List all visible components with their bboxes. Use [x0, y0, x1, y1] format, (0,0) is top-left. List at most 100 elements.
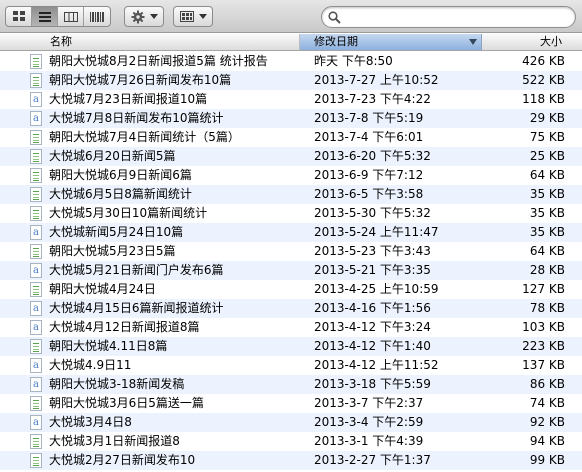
file-row[interactable]: a 大悦城4.9日11 2013-4-12 上午11:52 137 KB [0, 356, 582, 375]
arrange-grid-icon [179, 11, 194, 22]
file-row[interactable]: 大悦城6月5日8篇新闻统计 2013-6-5 下午3:58 35 KB [0, 185, 582, 204]
file-size: 28 KB [529, 263, 565, 277]
file-name: 大悦城3月4日8 [49, 415, 132, 429]
icon-view-button[interactable] [6, 7, 32, 26]
document-icon: a [30, 377, 42, 392]
file-size: 64 KB [529, 244, 565, 258]
file-name: 大悦城7月8日新闻发布10篇统计 [49, 111, 224, 125]
spreadsheet-icon [30, 434, 42, 449]
file-name: 大悦城5月21日新闻门户发布6篇 [49, 263, 224, 277]
document-icon: a [30, 320, 42, 335]
spreadsheet-icon [30, 282, 42, 297]
file-row[interactable]: 朝阳大悦城6月9日新闻6篇 2013-6-9 下午7:12 64 KB [0, 166, 582, 185]
file-size: 29 KB [529, 111, 565, 125]
file-size: 223 KB [522, 339, 565, 353]
file-size: 103 KB [522, 320, 565, 334]
file-size: 137 KB [522, 358, 565, 372]
document-icon: a [30, 111, 42, 126]
file-size: 64 KB [529, 168, 565, 182]
file-row[interactable]: 大悦城3月1日新闻报道8 2013-3-1 下午4:39 94 KB [0, 432, 582, 451]
file-date: 2013-7-27 上午10:52 [314, 73, 439, 87]
file-size: 75 KB [529, 130, 565, 144]
file-row[interactable]: a 大悦城5月21日新闻门户发布6篇 2013-5-21 下午3:35 28 KB [0, 261, 582, 280]
file-date: 2013-6-20 下午5:32 [314, 149, 431, 163]
file-size: 94 KB [529, 434, 565, 448]
file-date: 2013-4-12 下午3:24 [314, 320, 431, 334]
file-size: 118 KB [522, 92, 565, 106]
file-row[interactable]: 朝阳大悦城7月26日新闻发布10篇 2013-7-27 上午10:52 522 KB [0, 71, 582, 90]
file-row[interactable]: a 朝阳大悦城3-18新闻发稿 2013-3-18 下午5:59 86 KB [0, 375, 582, 394]
date-column-header[interactable]: 修改日期 [300, 34, 482, 50]
file-name: 朝阳大悦城7月26日新闻发布10篇 [49, 73, 232, 87]
file-name: 朝阳大悦城8月2日新闻报道5篇 统计报告 [49, 54, 268, 68]
file-row[interactable]: 朝阳大悦城5月23日5篇 2013-5-23 下午3:43 64 KB [0, 242, 582, 261]
file-size: 78 KB [529, 301, 565, 315]
file-name: 大悦城2月27日新闻发布10 [49, 453, 196, 467]
document-icon: a [30, 263, 42, 278]
column-view-icon [63, 11, 78, 22]
toolbar [0, 0, 582, 33]
file-date: 2013-7-23 下午4:22 [314, 92, 431, 106]
file-row[interactable]: a 大悦城3月4日8 2013-3-4 下午2:59 92 KB [0, 413, 582, 432]
file-size: 35 KB [529, 225, 565, 239]
file-size: 99 KB [529, 453, 565, 467]
document-icon: a [30, 358, 42, 373]
spreadsheet-icon [30, 149, 42, 164]
file-name: 大悦城5月30日10篇新闻统计 [49, 206, 208, 220]
search-field[interactable] [321, 6, 576, 28]
file-date: 2013-3-7 下午2:37 [314, 396, 424, 410]
file-date: 2013-3-18 下午5:59 [314, 377, 431, 391]
document-icon: a [30, 225, 42, 240]
file-row[interactable]: a 大悦城4月12日新闻报道8篇 2013-4-12 下午3:24 103 KB [0, 318, 582, 337]
file-row[interactable]: 朝阳大悦城7月4日新闻统计（5篇） 2013-7-4 下午6:01 75 KB [0, 128, 582, 147]
spreadsheet-icon [30, 244, 42, 259]
file-name: 大悦城3月1日新闻报道8 [49, 434, 180, 448]
name-column-header[interactable]: 名称 [0, 34, 300, 50]
file-date: 2013-4-12 下午1:40 [314, 339, 431, 353]
file-name: 大悦城6月5日8篇新闻统计 [49, 187, 192, 201]
file-date: 2013-7-4 下午6:01 [314, 130, 424, 144]
spreadsheet-icon [30, 187, 42, 202]
spreadsheet-icon [30, 453, 42, 468]
file-row[interactable]: a 大悦城7月8日新闻发布10篇统计 2013-7-8 下午5:19 29 KB [0, 109, 582, 128]
file-row[interactable]: 大悦城2月27日新闻发布10 2013-2-27 下午1:37 99 KB [0, 451, 582, 470]
file-name: 大悦城7月23日新闻报道10篇 [49, 92, 208, 106]
file-name: 朝阳大悦城3月6日5篇送一篇 [49, 396, 204, 410]
size-column-header[interactable]: 大小 [482, 34, 582, 50]
name-column-label: 名称 [50, 35, 72, 48]
chevron-down-icon [149, 14, 158, 19]
file-name: 朝阳大悦城7月4日新闻统计（5篇） [49, 130, 240, 144]
file-date: 2013-2-27 下午1:37 [314, 453, 431, 467]
file-name: 大悦城6月20日新闻5篇 [49, 149, 176, 163]
file-name: 大悦城4月15日6篇新闻报道统计 [49, 301, 224, 315]
column-view-button[interactable] [58, 7, 84, 26]
arrange-menu-button[interactable] [173, 6, 213, 27]
file-name: 朝阳大悦城4月24日 [49, 282, 156, 296]
file-name: 朝阳大悦城3-18新闻发稿 [49, 377, 185, 391]
file-row[interactable]: 朝阳大悦城4.11日8篇 2013-4-12 下午1:40 223 KB [0, 337, 582, 356]
file-date: 2013-5-30 下午5:32 [314, 206, 431, 220]
coverflow-view-button[interactable] [84, 7, 110, 26]
file-size: 86 KB [529, 377, 565, 391]
file-date: 2013-4-12 上午11:52 [314, 358, 439, 372]
file-date: 2013-4-25 上午10:59 [314, 282, 439, 296]
file-size: 35 KB [529, 187, 565, 201]
list-view-button[interactable] [32, 7, 58, 26]
file-row[interactable]: 朝阳大悦城3月6日5篇送一篇 2013-3-7 下午2:37 74 KB [0, 394, 582, 413]
file-name: 朝阳大悦城6月9日新闻6篇 [49, 168, 192, 182]
action-menu-button[interactable] [124, 6, 164, 27]
spreadsheet-icon [30, 73, 42, 88]
file-row[interactable]: a 大悦城新闻5月24日10篇 2013-5-24 上午11:47 35 KB [0, 223, 582, 242]
file-row[interactable]: 大悦城6月20日新闻5篇 2013-6-20 下午5:32 25 KB [0, 147, 582, 166]
file-row[interactable]: 朝阳大悦城8月2日新闻报道5篇 统计报告 昨天 下午8:50 426 KB [0, 52, 582, 71]
spreadsheet-icon [30, 206, 42, 221]
file-date: 昨天 下午8:50 [314, 54, 393, 68]
file-row[interactable]: 朝阳大悦城4月24日 2013-4-25 上午10:59 127 KB [0, 280, 582, 299]
search-input[interactable] [344, 9, 569, 25]
icon-view-icon [12, 11, 25, 21]
file-name: 大悦城新闻5月24日10篇 [49, 225, 184, 239]
spreadsheet-icon [30, 130, 42, 145]
file-row[interactable]: 大悦城5月30日10篇新闻统计 2013-5-30 下午5:32 35 KB [0, 204, 582, 223]
file-row[interactable]: a 大悦城4月15日6篇新闻报道统计 2013-4-16 下午1:56 78 KB [0, 299, 582, 318]
file-row[interactable]: a 大悦城7月23日新闻报道10篇 2013-7-23 下午4:22 118 KB [0, 90, 582, 109]
